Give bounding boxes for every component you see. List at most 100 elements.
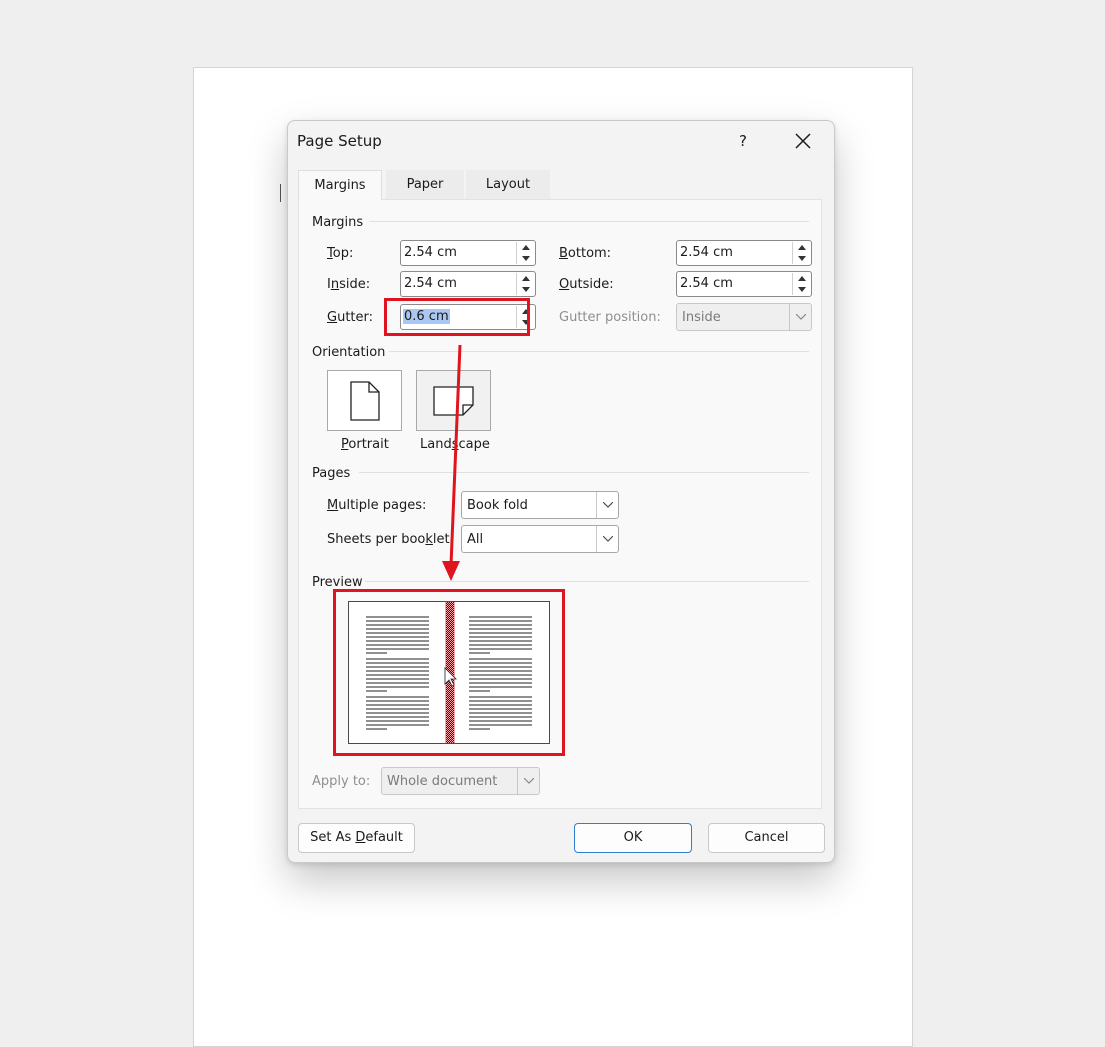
multiple-pages-value: Book fold	[467, 498, 528, 513]
outside-margin-value[interactable]: 2.54 cm	[680, 276, 733, 291]
top-label: Top:	[327, 246, 353, 261]
spin-up-icon[interactable]	[517, 306, 535, 317]
set-as-default-button[interactable]: Set As Default	[298, 823, 415, 853]
ok-button[interactable]: OK	[574, 823, 692, 853]
preview-group-label: Preview	[312, 575, 363, 590]
sheets-per-booklet-select[interactable]: All	[461, 525, 619, 553]
tab-label: Layout	[485, 177, 531, 192]
spinner-arrows	[792, 273, 810, 295]
portrait-label-text: ortrait	[348, 437, 389, 452]
inside-label-text: side:	[339, 277, 371, 292]
group-divider	[365, 581, 809, 582]
group-divider	[389, 351, 809, 352]
outside-label-text: utside:	[569, 277, 614, 292]
landscape-page-icon	[432, 385, 474, 416]
preview-pages-graphic	[366, 592, 532, 752]
spin-up-icon[interactable]	[793, 242, 811, 253]
margins-group-label: Margins	[312, 215, 364, 230]
tab-label: Paper	[406, 177, 444, 192]
bottom-label: Bottom:	[559, 246, 611, 261]
spin-up-icon[interactable]	[517, 242, 535, 253]
spin-down-icon[interactable]	[517, 317, 535, 328]
spin-up-icon[interactable]	[793, 273, 811, 284]
set-default-pre: Set As	[310, 830, 356, 845]
gutter-spinner[interactable]: 0.6 cm	[400, 304, 536, 330]
apply-to-label: Apply to:	[312, 774, 371, 789]
top-margin-spinner[interactable]: 2.54 cm	[400, 240, 536, 266]
close-button[interactable]	[786, 127, 820, 155]
dialog-titlebar[interactable]: Page Setup ?	[288, 121, 834, 161]
landscape-label: Landscape	[420, 437, 490, 452]
multiple-pages-label: Multiple pages:	[327, 498, 426, 513]
gutter-label-accel: G	[327, 310, 338, 325]
apply-to-value: Whole document	[387, 774, 498, 789]
portrait-label: Portrait	[341, 437, 389, 452]
spin-down-icon[interactable]	[517, 284, 535, 295]
landscape-label-text: cape	[458, 437, 490, 452]
group-divider	[369, 221, 809, 222]
cancel-button[interactable]: Cancel	[708, 823, 825, 853]
set-default-accel: D	[355, 830, 366, 845]
help-button[interactable]: ?	[728, 129, 758, 153]
cancel-label: Cancel	[744, 830, 789, 845]
sheets-per-booklet-label: Sheets per booklet:	[327, 532, 454, 547]
tab-label: Margins	[314, 178, 366, 193]
sheets-label-pre: Sheets per boo	[327, 532, 426, 547]
bottom-margin-value[interactable]: 2.54 cm	[680, 245, 733, 260]
sheets-label-accel: k	[425, 532, 433, 547]
landscape-label-pre: Land	[420, 437, 452, 452]
gutter-position-select: Inside	[676, 303, 812, 331]
portrait-page-icon	[349, 380, 380, 421]
multiple-pages-select[interactable]: Book fold	[461, 491, 619, 519]
landscape-button[interactable]	[416, 370, 491, 431]
multiple-pages-label-accel: M	[327, 498, 339, 513]
margins-tab-panel: Margins Top: 2.54 cm Bottom: 2.54 cm Ins…	[298, 199, 822, 809]
gutter-position-label: Gutter position:	[559, 310, 661, 325]
top-margin-value[interactable]: 2.54 cm	[404, 245, 457, 260]
outside-label-accel: O	[559, 277, 570, 292]
spinner-arrows	[516, 306, 534, 328]
chevron-down-icon[interactable]	[596, 492, 618, 518]
gutter-position-value: Inside	[682, 310, 721, 325]
dialog-title: Page Setup	[297, 132, 382, 150]
gutter-value[interactable]: 0.6 cm	[403, 309, 450, 324]
inside-margin-value[interactable]: 2.54 cm	[404, 276, 457, 291]
multiple-pages-label-text: ultiple pages:	[338, 498, 427, 513]
spinner-arrows	[516, 242, 534, 264]
set-default-text: efault	[365, 830, 403, 845]
spin-up-icon[interactable]	[517, 273, 535, 284]
spin-down-icon[interactable]	[793, 253, 811, 264]
top-label-text: op:	[332, 246, 354, 261]
bottom-label-accel: B	[559, 246, 568, 261]
bottom-margin-spinner[interactable]: 2.54 cm	[676, 240, 812, 266]
tab-margins[interactable]: Margins	[298, 170, 382, 200]
chevron-down-icon	[517, 768, 539, 794]
apply-to-select: Whole document	[381, 767, 540, 795]
inside-margin-spinner[interactable]: 2.54 cm	[400, 271, 536, 297]
tab-layout[interactable]: Layout	[466, 170, 550, 199]
orientation-group-label: Orientation	[312, 345, 386, 360]
tab-paper[interactable]: Paper	[386, 170, 464, 199]
inside-label-accel: n	[330, 277, 340, 292]
text-insertion-cursor	[280, 184, 281, 202]
outside-margin-spinner[interactable]: 2.54 cm	[676, 271, 812, 297]
pages-group-label: Pages	[312, 466, 351, 481]
bottom-label-text: ottom:	[567, 246, 612, 261]
close-icon	[795, 133, 811, 149]
spinner-arrows	[516, 273, 534, 295]
portrait-button[interactable]	[327, 370, 402, 431]
help-icon: ?	[739, 132, 747, 150]
gutter-label-text: utter:	[337, 310, 374, 325]
spin-down-icon[interactable]	[517, 253, 535, 264]
page-setup-dialog: Page Setup ? Margins Paper Layout Margin…	[287, 120, 835, 863]
book-fold-preview	[348, 592, 550, 752]
group-divider	[359, 472, 809, 473]
gutter-label: Gutter:	[327, 310, 373, 325]
chevron-down-icon[interactable]	[596, 526, 618, 552]
outside-label: Outside:	[559, 277, 614, 292]
spin-down-icon[interactable]	[793, 284, 811, 295]
ok-label: OK	[623, 830, 643, 845]
sheets-per-booklet-value: All	[467, 532, 484, 547]
inside-label: Inside:	[327, 277, 370, 292]
spinner-arrows	[792, 242, 810, 264]
